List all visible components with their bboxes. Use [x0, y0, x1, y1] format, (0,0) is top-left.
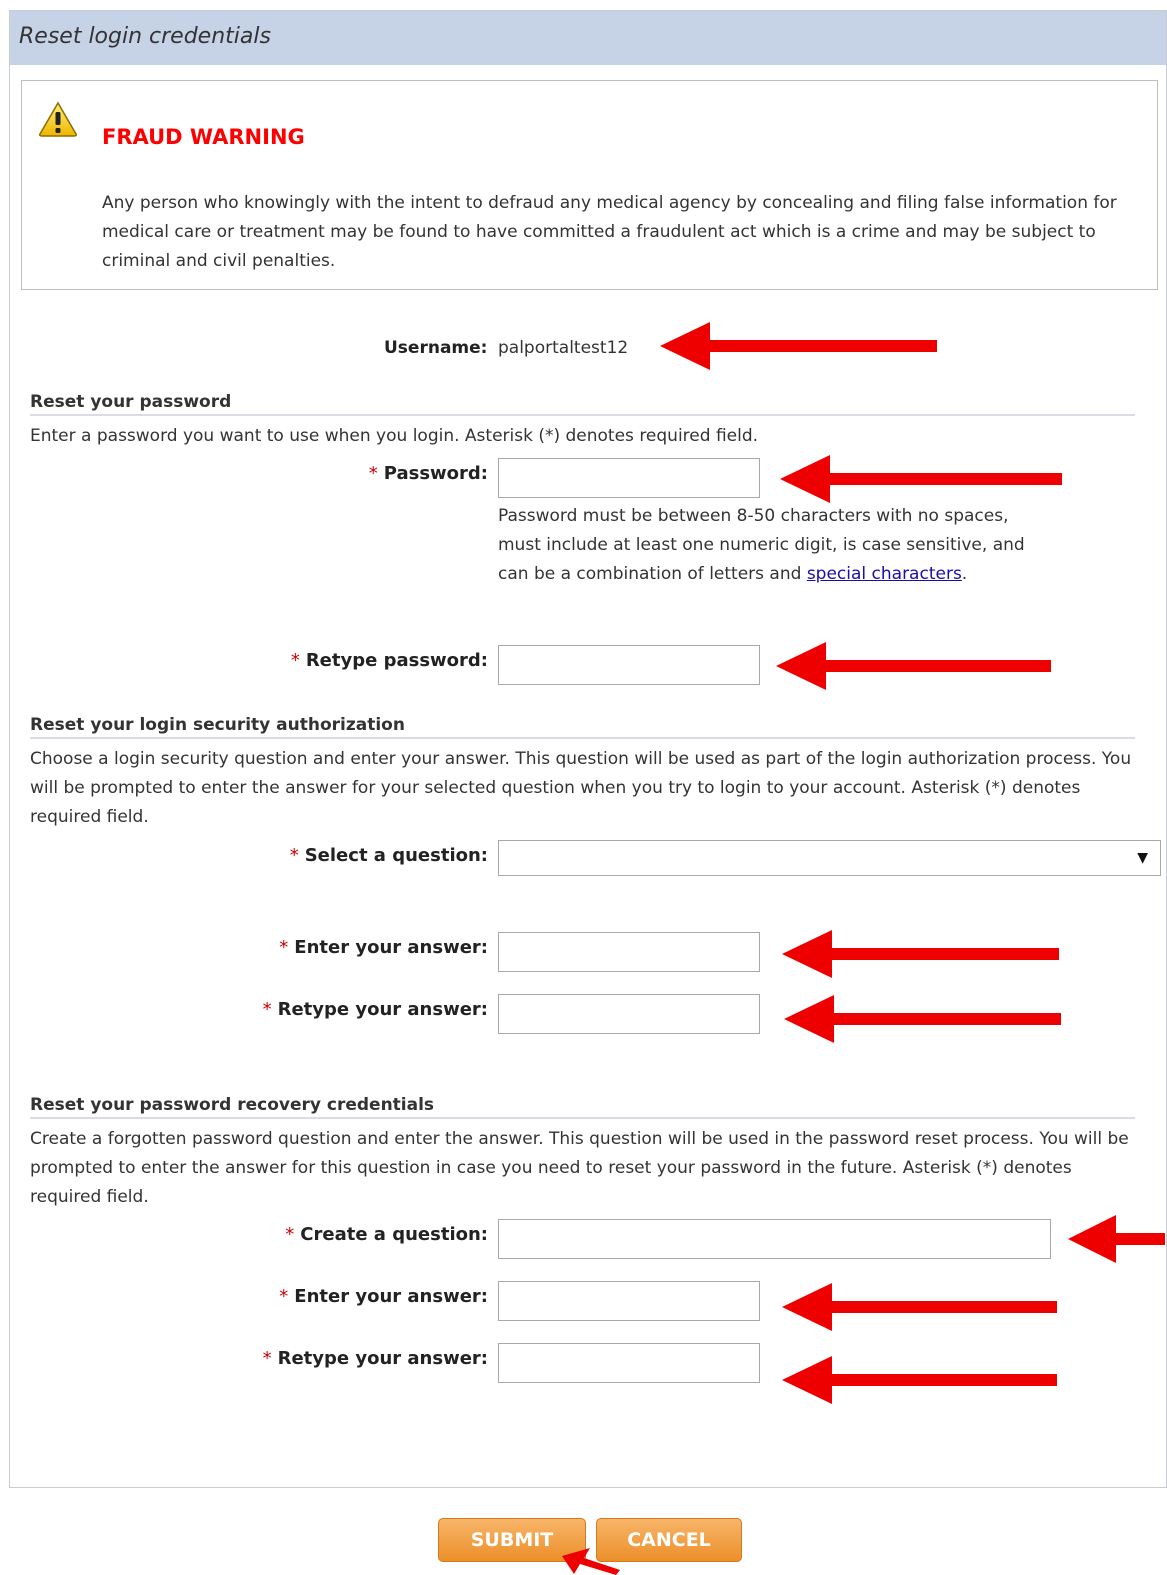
annotation-arrow — [782, 930, 1059, 978]
password-hint-end: . — [961, 564, 968, 584]
password-input[interactable] — [498, 458, 760, 498]
page-title: Reset login credentials — [19, 24, 271, 49]
retype-password-label-text: Retype password: — [305, 650, 488, 671]
recovery-answer-input[interactable] — [498, 1281, 760, 1321]
security-retype-answer-label-text: Retype your answer: — [277, 999, 488, 1020]
panel-header: Reset login credentials — [10, 11, 1166, 65]
recovery-section-description: Create a forgotten password question and… — [30, 1129, 1129, 1207]
dropdown-caret-icon[interactable]: ▼ — [1137, 850, 1148, 866]
warning-triangle-icon — [39, 101, 77, 137]
select-question-label: * Select a question: — [290, 845, 488, 866]
create-question-label-text: Create a question: — [300, 1224, 488, 1245]
required-marker: * — [289, 845, 299, 866]
recovery-retype-answer-input[interactable] — [498, 1343, 760, 1383]
required-marker: * — [285, 1224, 295, 1245]
security-answer-label: * Enter your answer: — [279, 937, 488, 958]
annotation-arrow — [562, 1548, 620, 1575]
create-question-input[interactable] — [498, 1219, 1051, 1259]
username-label: Username: — [384, 338, 488, 358]
annotation-arrow — [780, 455, 1062, 503]
required-marker: * — [262, 999, 272, 1020]
recovery-answer-label-text: Enter your answer: — [294, 1286, 488, 1307]
fraud-warning-box: FRAUD WARNING Any person who knowingly w… — [21, 80, 1158, 290]
retype-password-input[interactable] — [498, 645, 760, 685]
annotation-arrow — [782, 1356, 1057, 1404]
password-label-text: Password: — [383, 463, 488, 484]
required-marker: * — [279, 937, 289, 958]
password-section-description: Enter a password you want to use when yo… — [30, 426, 759, 446]
create-question-label: * Create a question: — [285, 1224, 488, 1245]
recovery-retype-answer-label: * Retype your answer: — [263, 1348, 488, 1369]
security-answer-input[interactable] — [498, 932, 760, 972]
annotation-arrow — [1068, 1215, 1165, 1263]
required-marker: * — [368, 463, 378, 484]
annotation-arrow — [660, 322, 937, 370]
annotation-arrow — [776, 642, 1051, 690]
security-retype-answer-label: * Retype your answer: — [263, 999, 488, 1020]
required-marker: * — [290, 650, 300, 671]
password-section-title: Reset your password — [30, 392, 1135, 416]
security-section-description: Choose a login security question and ent… — [30, 749, 1132, 827]
security-answer-label-text: Enter your answer: — [294, 937, 488, 958]
select-question-label-text: Select a question: — [304, 845, 488, 866]
recovery-retype-answer-label-text: Retype your answer: — [277, 1348, 488, 1369]
required-marker: * — [262, 1348, 272, 1369]
username-value: palportaltest12 — [498, 338, 629, 358]
fraud-warning-title: FRAUD WARNING — [102, 125, 305, 149]
annotation-arrow — [784, 995, 1061, 1043]
retype-password-label: * Retype password: — [291, 650, 488, 671]
recovery-section-title: Reset your password recovery credentials — [30, 1095, 1135, 1119]
security-section-title: Reset your login security authorization — [30, 715, 1135, 739]
recovery-answer-label: * Enter your answer: — [279, 1286, 488, 1307]
special-characters-link[interactable]: special characters — [807, 564, 962, 584]
password-label: * Password: — [369, 463, 488, 484]
security-question-select[interactable]: ▼ — [498, 840, 1161, 876]
security-retype-answer-input[interactable] — [498, 994, 760, 1034]
annotation-arrow — [782, 1283, 1057, 1331]
password-hint: Password must be between 8-50 characters… — [498, 502, 1038, 589]
required-marker: * — [279, 1286, 289, 1307]
fraud-warning-text: Any person who knowingly with the intent… — [102, 193, 1117, 271]
